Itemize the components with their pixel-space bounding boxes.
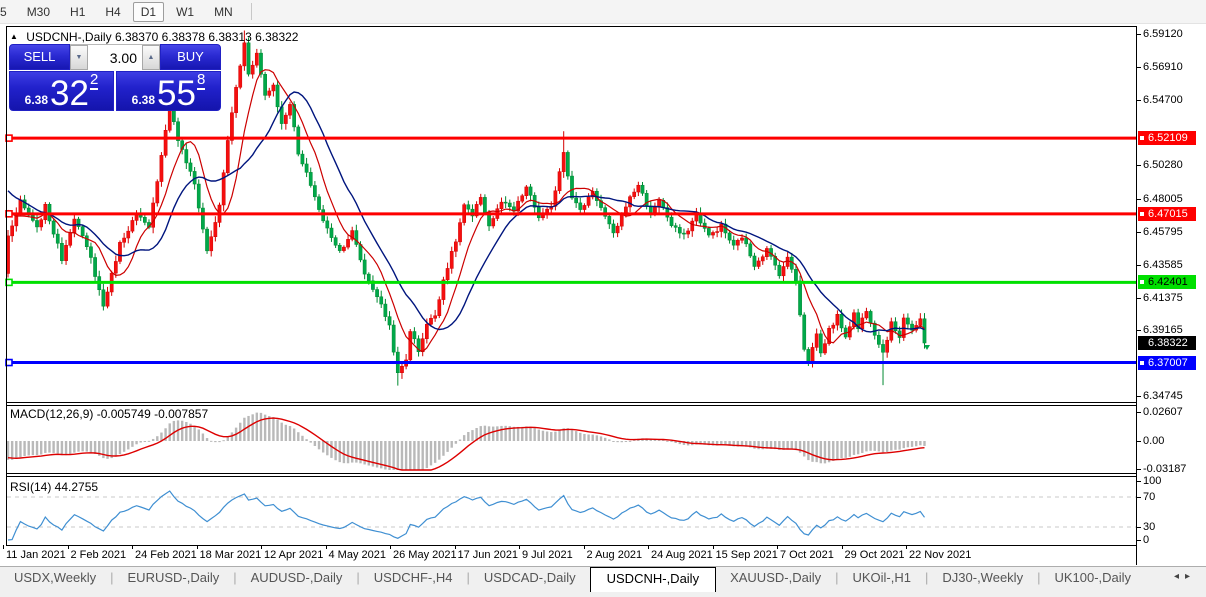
tabs-scroll-arrows[interactable]: ◂▸ — [1174, 567, 1206, 582]
tab-usdcnh[interactable]: USDCNH-,Daily — [590, 567, 716, 592]
tab-dj30[interactable]: DJ30-,Weekly — [928, 567, 1037, 590]
volume-input[interactable] — [88, 45, 142, 70]
panel-border — [6, 26, 1136, 27]
date-tick — [3, 545, 4, 549]
date-tick-label: 17 Jun 2021 — [458, 549, 519, 561]
tab-eurusd[interactable]: EURUSD-,Daily — [114, 567, 234, 590]
date-tick-label: 24 Aug 2021 — [651, 549, 713, 561]
volume-spinner: ▼ ▲ — [70, 44, 160, 70]
price-level-chip: 6.42401 — [1138, 275, 1196, 289]
chart-title: ▲ USDCNH-,Daily 6.38370 6.38378 6.38313 … — [10, 30, 298, 44]
overlay-lines-layer — [6, 135, 1136, 365]
price-tick-label: 6.54700 — [1143, 94, 1183, 107]
tabs-scroll-left-icon[interactable]: ◂ — [1174, 571, 1185, 582]
tab-uk100[interactable]: UK100-,Daily — [1040, 567, 1145, 590]
price-tick-label: 6.43585 — [1143, 259, 1183, 272]
tabs-scroll-right-icon[interactable]: ▸ — [1185, 571, 1196, 582]
tab-usdcad[interactable]: USDCAD-,Daily — [470, 567, 590, 590]
chart-ohlc-values: 6.38370 6.38378 6.38313 6.38322 — [115, 30, 299, 44]
date-tick-label: 9 Jul 2021 — [522, 549, 573, 561]
date-tick-label: 12 Apr 2021 — [264, 549, 323, 561]
sell-price-prefix: 6.38 — [25, 94, 48, 106]
price-tick-label: 6.48005 — [1143, 193, 1183, 206]
date-tick-label: 29 Oct 2021 — [845, 549, 905, 561]
sell-price-fraction: 2 — [90, 72, 98, 90]
buy-price-display[interactable]: 6.38 55 8 — [116, 71, 221, 111]
sell-price-display[interactable]: 6.38 32 2 — [9, 71, 114, 111]
macd-indicator-label: MACD(12,26,9) -0.005749 -0.007857 — [10, 407, 208, 421]
buy-button[interactable]: BUY — [160, 44, 221, 70]
date-tick-label: 26 May 2021 — [393, 549, 457, 561]
tab-audusd[interactable]: AUDUSD-,Daily — [237, 567, 357, 590]
price-tick-label: 6.59120 — [1143, 28, 1183, 41]
price-tick-label: 6.56910 — [1143, 61, 1183, 74]
panel-border — [1136, 26, 1137, 565]
collapse-triangle-icon[interactable]: ▲ — [10, 32, 18, 41]
chevron-down-icon: ▼ — [76, 54, 83, 61]
one-click-trading-panel: SELL ▼ ▲ BUY 6.38 32 2 6.38 55 8 — [9, 44, 221, 111]
chart-symbol-label: USDCNH-,Daily — [26, 30, 111, 44]
date-tick-label: 18 Mar 2021 — [200, 549, 262, 561]
price-level-chip: 6.47015 — [1138, 207, 1196, 221]
sell-price-pips: 32 — [50, 80, 89, 108]
price-level-chip: 6.37007 — [1138, 356, 1196, 370]
buy-price-fraction: 8 — [197, 72, 205, 90]
sell-button[interactable]: SELL — [9, 44, 70, 70]
date-tick-label: 11 Jan 2021 — [6, 549, 66, 561]
date-tick-label: 4 May 2021 — [329, 549, 386, 561]
price-tick-label: 6.45795 — [1143, 226, 1183, 239]
price-level-chip: 6.52109 — [1138, 131, 1196, 145]
rsi-tick-label: 100 — [1143, 475, 1161, 488]
panel-border — [6, 545, 1136, 546]
date-tick-label: 15 Sep 2021 — [716, 549, 778, 561]
panel-border — [6, 476, 1136, 477]
trading-platform-window: 5M30H1H4D1W1MN ▲ USDCNH-,Daily 6.38370 6… — [0, 0, 1206, 597]
tab-xauusd[interactable]: XAUUSD-,Daily — [716, 567, 835, 590]
macd-tick-label: 0.02607 — [1143, 406, 1183, 419]
price-tick-label: 6.41375 — [1143, 292, 1183, 305]
rsi-indicator-label: RSI(14) 44.2755 — [10, 480, 98, 494]
volume-decrease-button[interactable]: ▼ — [70, 45, 88, 70]
macd-tick-label: 0.00 — [1143, 435, 1164, 448]
rsi-tick-label: 30 — [1143, 521, 1155, 534]
price-level-chip: 6.38322 — [1138, 336, 1196, 350]
panel-border — [6, 473, 1136, 474]
panel-border — [6, 402, 1136, 403]
tab-usdchf[interactable]: USDCHF-,H4 — [360, 567, 467, 590]
rsi-tick-label: 70 — [1143, 491, 1155, 504]
tab-ukoil[interactable]: UKOil-,H1 — [838, 567, 925, 590]
price-tick-label: 6.50280 — [1143, 159, 1183, 172]
volume-increase-button[interactable]: ▲ — [142, 45, 160, 70]
chart-tabs-bar: USDX,Weekly|EURUSD-,Daily|AUDUSD-,Daily|… — [0, 566, 1206, 597]
date-tick-label: 24 Feb 2021 — [135, 549, 197, 561]
date-tick-label: 2 Aug 2021 — [587, 549, 643, 561]
date-tick-label: 22 Nov 2021 — [909, 549, 971, 561]
panel-border — [6, 405, 1136, 406]
rsi-tick-label: 0 — [1143, 534, 1149, 547]
date-tick-label: 2 Feb 2021 — [71, 549, 127, 561]
buy-price-pips: 55 — [157, 80, 196, 108]
date-tick-label: 7 Oct 2021 — [780, 549, 834, 561]
price-tick-label: 6.34745 — [1143, 390, 1183, 403]
chevron-up-icon: ▲ — [148, 54, 155, 61]
tab-usdx[interactable]: USDX,Weekly — [0, 567, 110, 590]
panel-border — [6, 26, 7, 546]
buy-price-prefix: 6.38 — [132, 94, 155, 106]
